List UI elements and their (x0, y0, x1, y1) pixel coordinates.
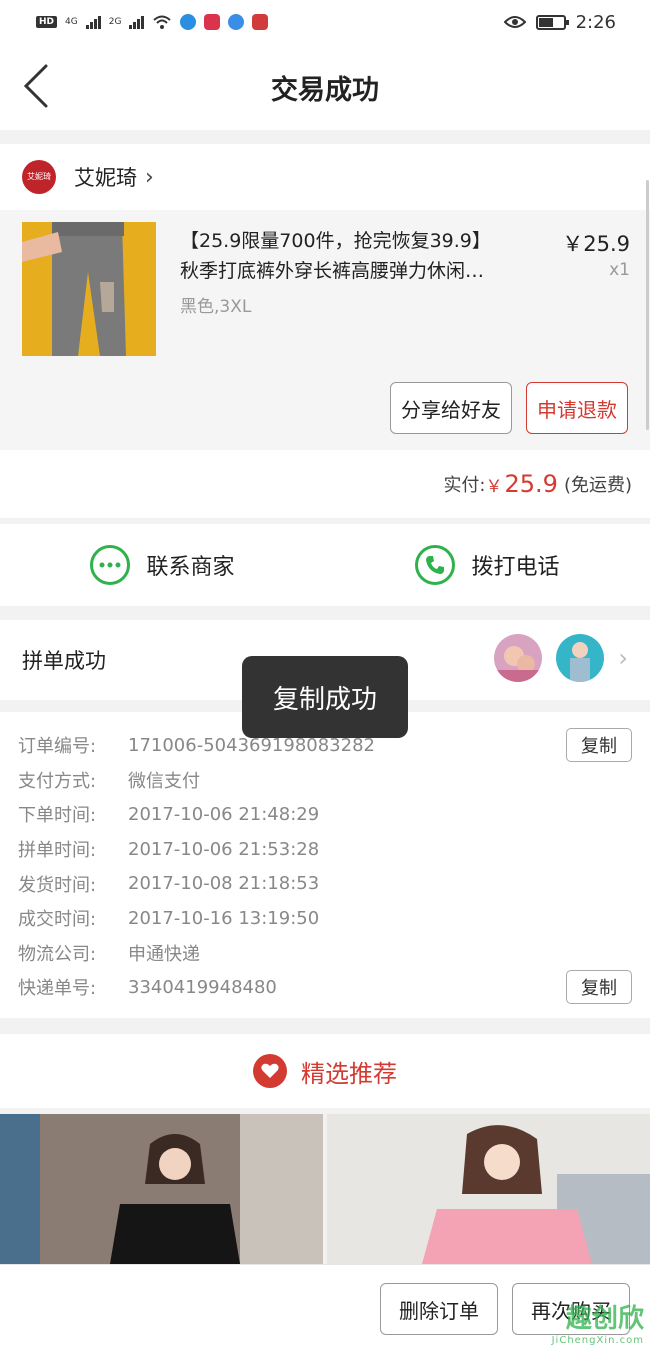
group-buy-label: 拼单成功 (22, 649, 106, 673)
contact-merchant-button[interactable]: 联系商家 (0, 524, 325, 606)
status-left: HD 4G 2G (36, 14, 269, 30)
detail-row: 成交时间: 2017-10-16 13:19:50 (18, 901, 650, 936)
contact-merchant-label: 联系商家 (146, 555, 235, 580)
signal-icon-2 (129, 15, 145, 29)
product-title-line1: 【25.9限量700件，抢完恢复39.9】 (180, 230, 491, 252)
detail-row: 快递单号: 3340419948480 (18, 970, 650, 1005)
avatar (494, 634, 542, 682)
detail-row: 物流公司: 申通快递 (18, 936, 650, 971)
recommend-item-image[interactable] (327, 1114, 650, 1264)
delete-order-button[interactable]: 删除订单 (380, 1283, 498, 1335)
watermark: 趣创欣 JiChengXin.com (552, 1298, 644, 1346)
detail-row: 拼单时间: 2017-10-06 21:53:28 (18, 832, 650, 867)
app-notification-icon-3 (228, 14, 245, 30)
currency-symbol: ￥ (485, 476, 503, 497)
call-label: 拨打电话 (471, 555, 560, 580)
detail-value: 2017-10-06 21:48:29 (128, 803, 320, 825)
shipping-note: (免运费) (563, 475, 632, 496)
detail-value: 申通快递 (128, 943, 200, 965)
recommend-grid (0, 1114, 650, 1264)
order-details: 复制 复制 订单编号: 171006-504369198083282 支付方式: 微信… (0, 712, 650, 1018)
detail-key: 拼单时间: (18, 840, 97, 862)
group-avatars (494, 634, 604, 682)
detail-key: 下单时间: (18, 805, 97, 827)
eye-icon (503, 16, 526, 28)
battery-icon (535, 14, 569, 30)
hd-badge: HD (36, 16, 58, 28)
store-logo-text: 艾妮琦 (27, 172, 51, 181)
status-right: 2:26 (503, 11, 616, 33)
watermark-sub: JiChengXin.com (551, 1335, 644, 1346)
watermark-main: 趣创欣 (565, 1304, 644, 1334)
recommend-title: 精选推荐 (301, 1059, 397, 1088)
product-spec: 黑色,3XL (180, 297, 252, 317)
detail-key: 支付方式: (18, 770, 97, 792)
product-image (22, 222, 156, 356)
phone-icon (415, 545, 456, 585)
paid-label: 实付: (443, 475, 486, 496)
share-button[interactable]: 分享给好友 (390, 382, 512, 434)
clock: 2:26 (575, 11, 616, 33)
detail-value: 2017-10-06 21:53:28 (128, 838, 320, 860)
detail-key: 成交时间: (18, 909, 97, 931)
recommend-header: 精选推荐 (0, 1034, 650, 1108)
detail-value: 微信支付 (128, 770, 200, 792)
store-header[interactable]: 艾妮琦 艾妮琦 › (0, 144, 650, 210)
detail-key: 发货时间: (18, 874, 97, 896)
detail-key: 物流公司: (18, 943, 97, 965)
app-notification-icon-1 (180, 14, 197, 30)
detail-row: 发货时间: 2017-10-08 21:18:53 (18, 866, 650, 901)
refund-button[interactable]: 申请退款 (526, 382, 628, 434)
chat-icon (90, 545, 131, 585)
nav-bar: 交易成功 (0, 44, 650, 130)
chevron-right-icon: › (145, 164, 154, 190)
battery-level (538, 17, 553, 27)
signal-icon (85, 15, 101, 29)
product-item[interactable]: 【25.9限量700件，抢完恢复39.9】 秋季打底裤外穿长裤高腰弹力休闲… 黑… (0, 210, 650, 450)
copy-tracking-number-button[interactable]: 复制 (566, 970, 632, 1004)
app-notification-icon-4 (252, 14, 269, 30)
app-notification-icon-2 (204, 14, 221, 30)
page-title: 交易成功 (271, 74, 379, 106)
scrollbar[interactable] (646, 180, 649, 430)
detail-value: 2017-10-08 21:18:53 (128, 873, 320, 895)
status-bar: HD 4G 2G 2:26 (0, 0, 650, 44)
detail-row: 支付方式: 微信支付 (18, 763, 650, 798)
leggings-illustration (22, 222, 156, 356)
detail-value: 2017-10-16 13:19:50 (128, 907, 320, 929)
wifi-icon (153, 15, 172, 29)
recommend-item-image[interactable] (0, 1114, 323, 1264)
contact-bar: 联系商家 拨打电话 (0, 524, 650, 606)
back-arrow-icon[interactable] (20, 62, 60, 112)
product-title-line2: 秋季打底裤外穿长裤高腰弹力休闲… (180, 260, 485, 282)
network-4g-label: 4G (65, 17, 78, 27)
product-price: ￥25.9 (562, 232, 630, 256)
detail-key: 快递单号: (18, 978, 97, 1000)
store-name: 艾妮琦 (74, 166, 137, 190)
order-card: 艾妮琦 艾妮琦 › 【25.9限量700件，抢完恢复39.9】 秋季打底裤外穿长… (0, 144, 650, 450)
order-actions: 分享给好友 申请退款 (390, 382, 628, 434)
product-quantity: x1 (609, 260, 630, 280)
toast-message: 复制成功 (242, 656, 408, 738)
detail-value: 3340419948480 (128, 976, 277, 998)
product-title: 【25.9限量700件，抢完恢复39.9】 秋季打底裤外穿长裤高腰弹力休闲… (180, 226, 550, 286)
network-2g-label: 2G (108, 17, 122, 27)
chevron-right-icon: › (618, 644, 628, 672)
payment-summary: 实付: ￥ 25.9 (免运费) (0, 450, 650, 518)
call-button[interactable]: 拨打电话 (325, 524, 650, 606)
heart-icon (253, 1054, 287, 1088)
copy-order-number-button[interactable]: 复制 (566, 728, 632, 762)
store-logo: 艾妮琦 (22, 160, 56, 194)
paid-amount: 25.9 (504, 470, 558, 498)
detail-key: 订单编号: (18, 736, 97, 758)
avatar (556, 634, 604, 682)
detail-row: 下单时间: 2017-10-06 21:48:29 (18, 797, 650, 832)
